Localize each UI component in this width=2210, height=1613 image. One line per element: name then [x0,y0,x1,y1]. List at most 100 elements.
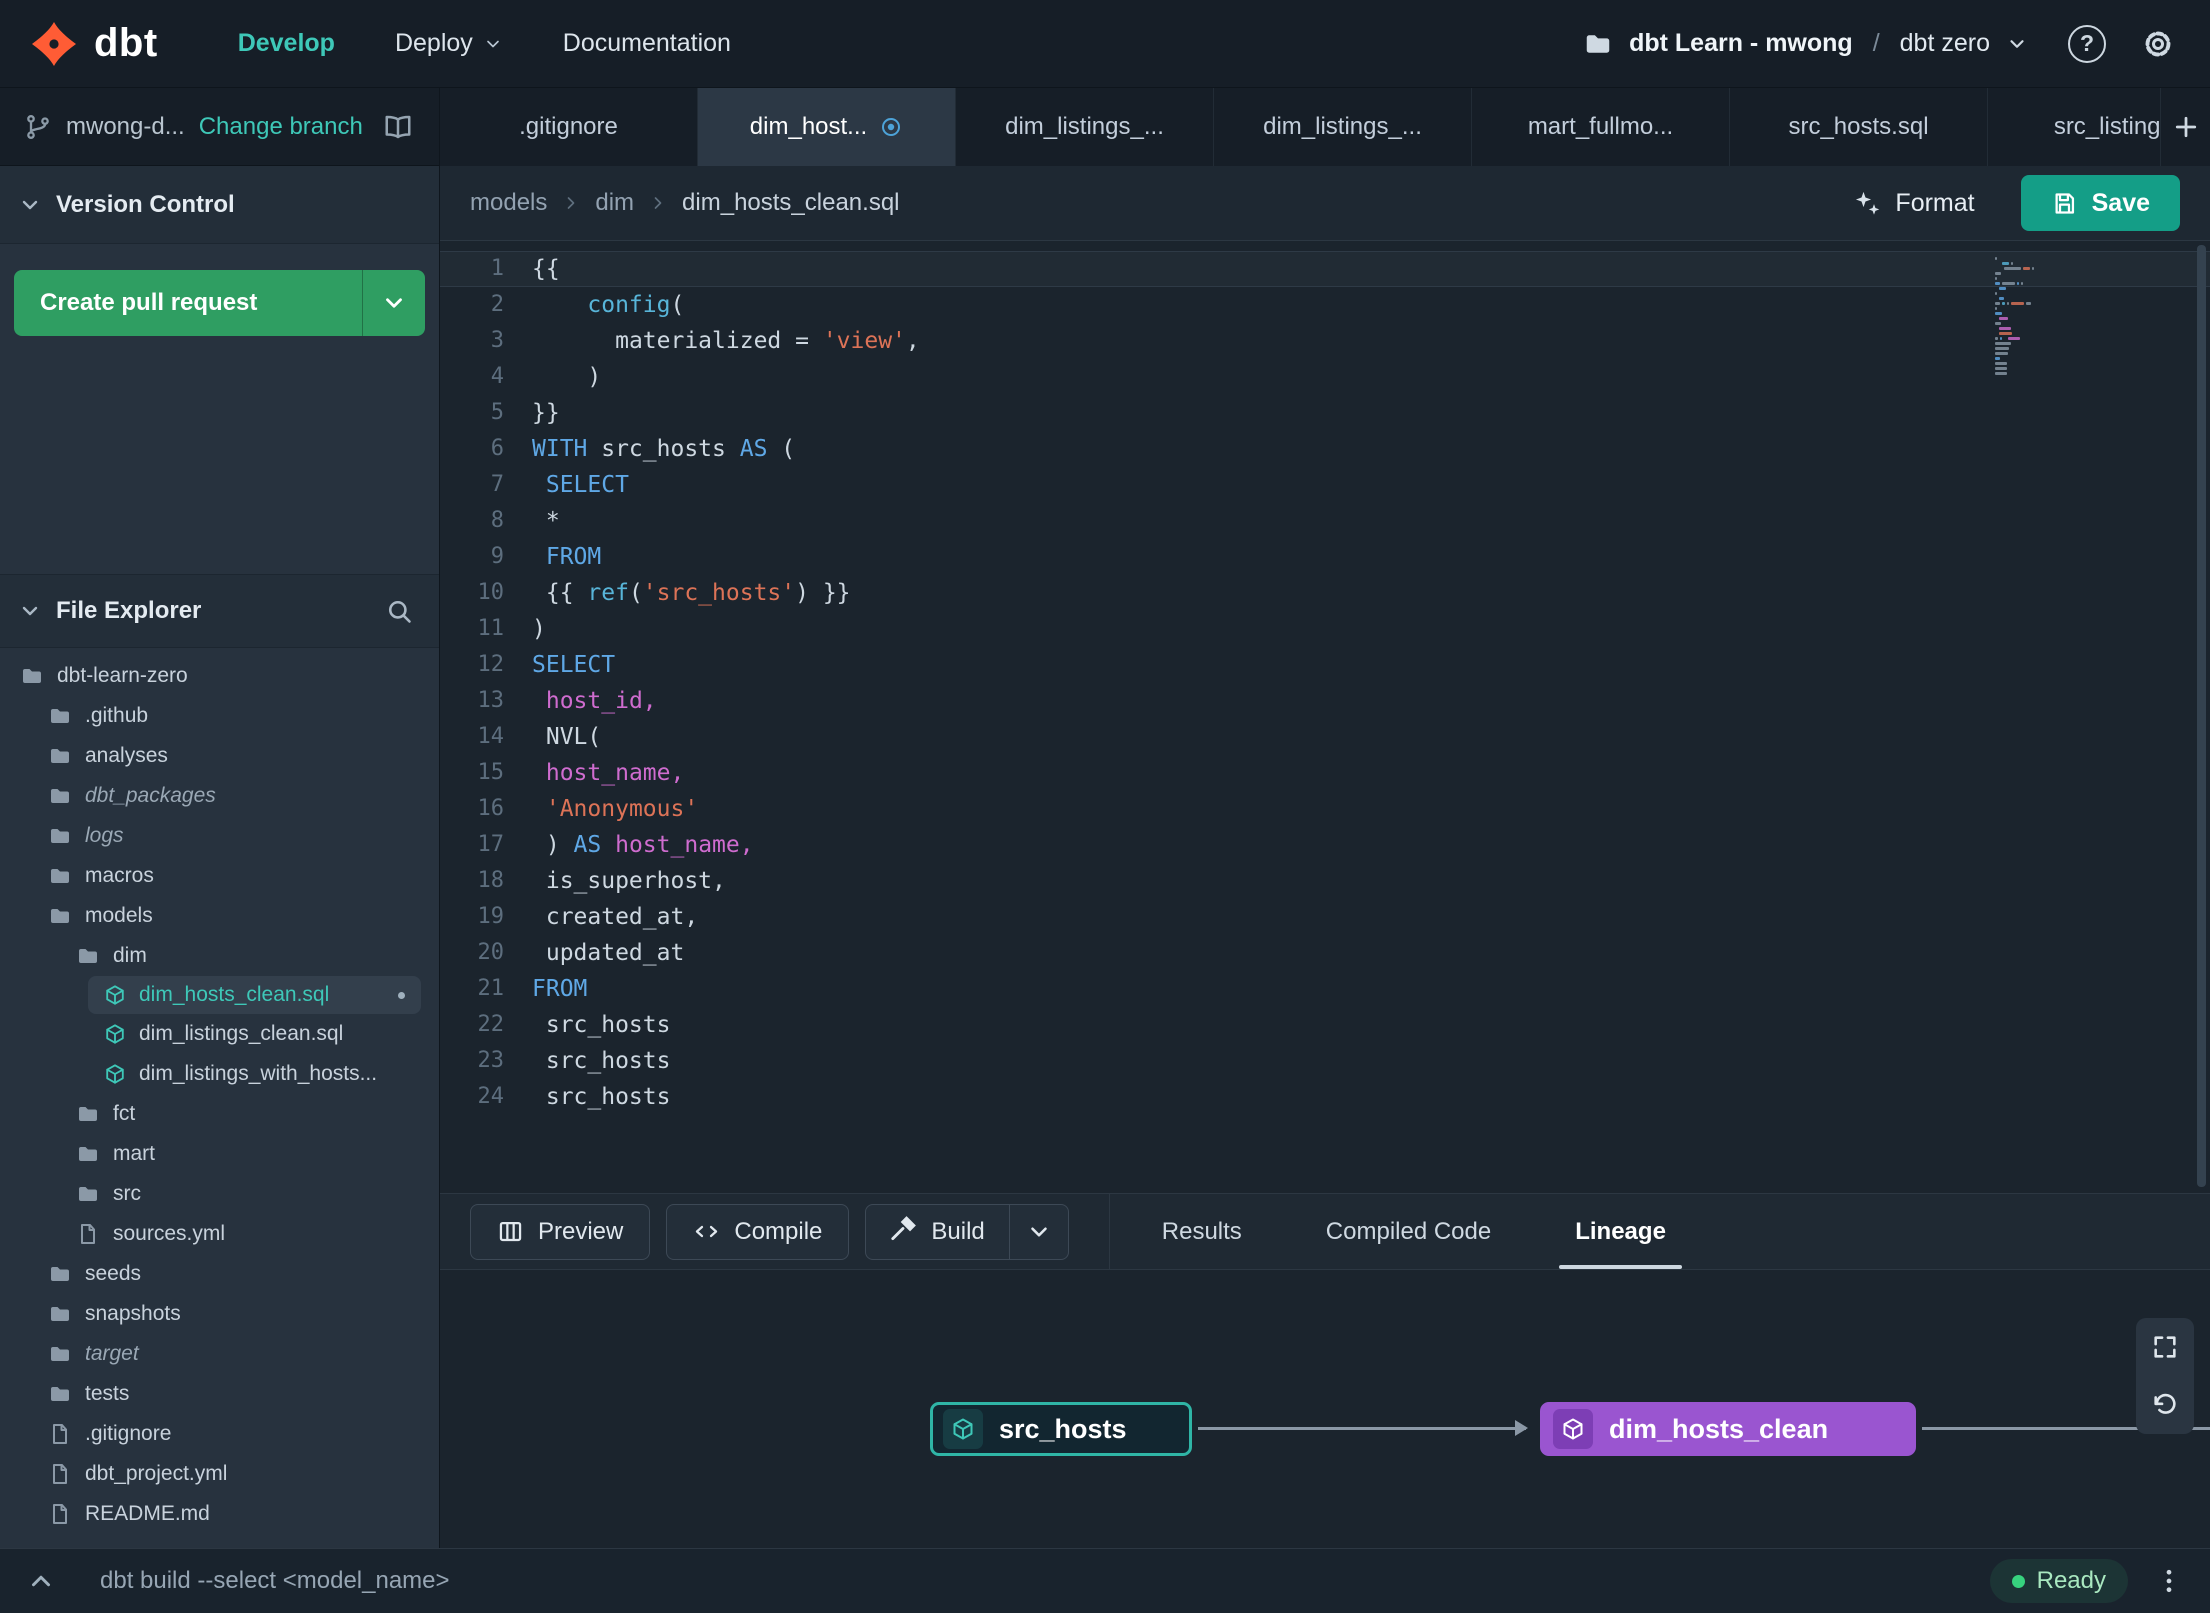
tree-item[interactable]: dim [0,936,439,976]
tree-item[interactable]: dim_hosts_clean.sql [88,976,421,1014]
code-line[interactable]: 12 SELECT [440,647,2210,683]
lineage-node[interactable]: src_hosts [930,1402,1192,1456]
panel-tab-compiled-code[interactable]: Compiled Code [1284,1194,1533,1269]
editor-scrollbar[interactable] [2197,245,2206,1187]
lineage-node[interactable]: dim_hosts_clean [1540,1402,1916,1456]
tree-item[interactable]: sources.yml [0,1214,439,1254]
change-branch-link[interactable]: Change branch [199,113,363,141]
compile-button[interactable]: Compile [666,1203,850,1260]
tree-item-label: mart [113,1142,155,1165]
panel-tab-results[interactable]: Results [1120,1194,1284,1269]
code-line[interactable]: 21 FROM [440,971,2210,1007]
tree-item[interactable]: tests [0,1374,439,1414]
tree-item[interactable]: .github [0,696,439,736]
code-line[interactable]: 3 materialized = 'view', [440,323,2210,359]
tree-item[interactable]: src [0,1174,439,1214]
tree-item[interactable]: models [0,896,439,936]
editor-tab[interactable]: dim_listings_... [1214,88,1472,166]
tree-item[interactable]: logs [0,816,439,856]
code-line[interactable]: 18 is_superhost, [440,863,2210,899]
panel-tab-lineage[interactable]: Lineage [1533,1194,1708,1269]
code-line[interactable]: 7 SELECT [440,467,2210,503]
kebab-menu-icon[interactable] [2154,1566,2184,1596]
nav-item-documentation[interactable]: Documentation [563,29,731,58]
settings-gear-icon[interactable] [2140,26,2176,62]
code-line[interactable]: 22 src_hosts [440,1007,2210,1043]
tree-item[interactable]: dim_listings_clean.sql [0,1014,439,1054]
tree-item[interactable]: macros [0,856,439,896]
editor-tab[interactable]: dim_host... [698,88,956,166]
fullscreen-button[interactable] [2136,1318,2194,1376]
editor-minimap[interactable] [1995,257,2045,377]
tree-item[interactable]: analyses [0,736,439,776]
command-input[interactable]: dbt build --select <model_name> [100,1567,450,1595]
tree-item[interactable]: seeds [0,1254,439,1294]
code-text: 'Anonymous' [545,796,699,822]
editor-tab[interactable]: src_hosts.sql [1730,88,1988,166]
tree-item[interactable]: target [0,1334,439,1374]
environment-name[interactable]: dbt zero [1900,29,1990,58]
expand-command-bar-button[interactable] [26,1566,56,1596]
lineage-panel[interactable]: src_hostsdim_hosts_cleandim_listings_wit… [440,1270,2210,1548]
editor-tab-label: src_hosts.sql [1788,113,1929,140]
code-line[interactable]: 15 host_name, [440,755,2210,791]
tree-item[interactable]: mart [0,1134,439,1174]
code-line[interactable]: 1 {{ [440,251,2210,287]
tree-item[interactable]: dbt_project.yml [0,1454,439,1494]
code-line[interactable]: 19 created_at, [440,899,2210,935]
environment-chevron-down-icon[interactable] [2006,33,2028,55]
preview-button[interactable]: Preview [470,1203,651,1260]
code-line[interactable]: 6 WITH src_hosts AS ( [440,431,2210,467]
code-line[interactable]: 24 src_hosts [440,1079,2210,1115]
code-editor[interactable]: 1{{2 config(3 materialized = 'view', 4 ) 5… [440,241,2210,1193]
create-pull-request-button[interactable]: Create pull request [14,270,425,336]
code-line[interactable]: 16 'Anonymous' [440,791,2210,827]
refresh-lineage-button[interactable] [2136,1376,2194,1434]
tree-item[interactable]: dbt_packages [0,776,439,816]
code-line[interactable]: 9 FROM [440,539,2210,575]
code-line[interactable]: 4 ) [440,359,2210,395]
code-line[interactable]: 17 ) AS host_name, [440,827,2210,863]
code-line[interactable]: 23 src_hosts [440,1043,2210,1079]
editor-tab[interactable]: .gitignore [440,88,698,166]
format-button[interactable]: Format [1853,189,1975,218]
tree-item[interactable]: snapshots [0,1294,439,1334]
breadcrumb-item[interactable]: dim [595,189,634,217]
editor-tab[interactable]: src_listings. [1988,88,2160,166]
code-line[interactable]: 8 * [440,503,2210,539]
code-line[interactable]: 14 NVL( [440,719,2210,755]
nav-item-deploy[interactable]: Deploy [395,29,503,58]
build-button[interactable]: Build [866,1205,1008,1259]
code-line[interactable]: 10 {{ ref('src_hosts') }} [440,575,2210,611]
breadcrumb-item[interactable]: models [470,189,547,217]
docs-book-icon[interactable] [383,112,413,142]
editor-tab[interactable]: dim_listings_... [956,88,1214,166]
code-line[interactable]: 20 updated_at [440,935,2210,971]
code-line[interactable]: 2 config( [440,287,2210,323]
breadcrumb-item[interactable]: dim_hosts_clean.sql [682,189,899,217]
tree-item[interactable]: dbt-learn-zero [0,656,439,696]
compile-label: Compile [734,1217,823,1245]
save-button[interactable]: Save [2020,175,2180,231]
version-control-title: Version Control [56,190,235,218]
build-dropdown-button[interactable] [1008,1204,1068,1259]
tree-item[interactable]: dim_listings_with_hosts... [0,1054,439,1094]
file-explorer-header[interactable]: File Explorer [0,574,439,648]
project-name[interactable]: dbt Learn - mwong [1629,29,1853,58]
tree-item[interactable]: .gitignore [0,1414,439,1454]
create-pr-dropdown-button[interactable] [362,270,425,336]
nav-item-develop[interactable]: Develop [238,29,335,58]
line-number: 5 [490,400,504,425]
dbt-logo[interactable]: dbt [30,20,158,68]
help-button[interactable]: ? [2068,24,2106,63]
search-icon[interactable] [385,597,413,625]
new-tab-button[interactable] [2160,88,2210,166]
tree-item[interactable]: fct [0,1094,439,1134]
version-control-header[interactable]: Version Control [0,166,439,244]
editor-tab[interactable]: mart_fullmo... [1472,88,1730,166]
code-line[interactable]: 11) [440,611,2210,647]
current-branch[interactable]: mwong-d... [66,113,185,141]
tree-item[interactable]: README.md [0,1494,439,1534]
code-line[interactable]: 13 host_id, [440,683,2210,719]
code-line[interactable]: 5}} [440,395,2210,431]
